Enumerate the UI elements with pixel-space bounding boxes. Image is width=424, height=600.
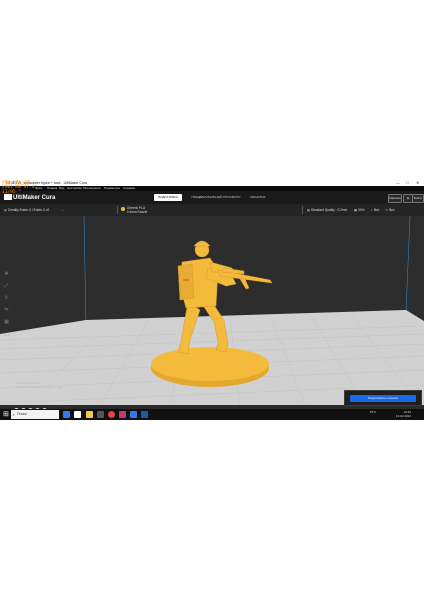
material-icon — [121, 207, 125, 211]
support-icon: ⊥ — [370, 208, 374, 212]
printer-selector[interactable]: ▣ Creality Ender-3 / Ender-3 v2 ⌄ — [4, 206, 64, 214]
windows-taskbar: ⊞ ⌕ Поиск РУС 19:32 13.02.2024 — [0, 409, 424, 420]
tab-preview[interactable]: ПРЕДВАРИТЕЛЬНЫЙ ПРОСМОТР — [187, 194, 245, 201]
model-base — [151, 347, 269, 381]
object-list: ⌃ Список объектов ▫ CE3E3V2_soulsoldier … — [14, 381, 63, 389]
move-tool-icon[interactable]: ✥ — [3, 271, 10, 278]
cura-taskbar-icon[interactable] — [141, 411, 148, 418]
infill-icon: ▦ — [354, 208, 358, 212]
tab-prepare[interactable]: ПОДГОТОВКА — [154, 194, 182, 201]
word-icon[interactable] — [130, 411, 137, 418]
per-model-settings-icon[interactable]: ▦ — [3, 319, 10, 326]
build-volume-edge — [83, 216, 87, 326]
tray-language: РУС — [370, 410, 377, 414]
material-selector[interactable]: Generic PLA 0.4mm Nozzle — [121, 206, 147, 214]
left-tool-panel: ✥ ⤢ ↻ ⇋ ▦ ⬚ — [3, 271, 10, 343]
nozzle-size: 0.4mm Nozzle — [126, 210, 148, 214]
adhesion-icon: ▭ — [385, 208, 389, 212]
3d-viewport[interactable]: ✥ ⤢ ↻ ⇋ ▦ ⬚ — [0, 216, 424, 405]
taskbar-search[interactable]: ⌕ Поиск — [11, 410, 59, 419]
tab-monitor[interactable]: МОНИТОР — [247, 194, 269, 201]
chevron-down-icon: ⌄ — [61, 208, 64, 212]
grid-icon: ⊞ — [406, 196, 410, 200]
print-settings-selector[interactable]: ▤ Standard Quality - 0.2mm ▦ 20% ⊥ Вкл ▭… — [307, 206, 395, 214]
app-icon[interactable] — [97, 411, 104, 418]
sign-in-button[interactable]: Войти — [412, 194, 424, 203]
divider — [117, 206, 118, 214]
app-header: UltiMaker Cura ПОДГОТОВКА ПРЕДВАРИТЕЛЬНЫ… — [0, 191, 424, 204]
slice-panel: Подготовить к печати — [344, 390, 422, 406]
scale-tool-icon[interactable]: ⤢ — [3, 283, 10, 290]
build-volume-edge — [405, 216, 411, 313]
file-explorer-icon[interactable] — [86, 411, 93, 418]
divider — [302, 206, 303, 214]
build-volume-scene — [0, 216, 424, 405]
rotate-tool-icon[interactable]: ↻ — [3, 295, 10, 302]
support-blocker-icon[interactable]: ⬚ — [3, 331, 10, 338]
cura-logo: UltiMaker Cura — [4, 194, 55, 201]
fps-overlay: 285 FPS 28 2901 MB 47.4° 11/95 ° — [2, 180, 37, 195]
fps-line-3: 11/95 ° — [2, 190, 21, 195]
slice-button[interactable]: Подготовить к печати — [350, 395, 416, 402]
task-view-icon[interactable] — [74, 411, 81, 418]
app-icon[interactable] — [119, 411, 126, 418]
chrome-icon[interactable] — [108, 411, 115, 418]
edge-app-icon[interactable] — [63, 411, 70, 418]
object-list-item[interactable]: ▫ CE3E3V2_soulsoldier figure + rase — [14, 385, 63, 389]
taskbar-date: 13.02.2024 — [396, 413, 412, 418]
search-icon: ⌕ — [12, 412, 15, 417]
system-tray[interactable]: РУС — [370, 410, 377, 415]
windows-start-icon[interactable]: ⊞ — [3, 411, 9, 418]
taskbar-clock[interactable]: 19:32 13.02.2024 — [396, 410, 412, 418]
desktop-screen: CE3E3V2_soulsoldier figure + rase - Ulti… — [0, 180, 424, 420]
marketplace-button[interactable]: Магазин — [388, 194, 402, 203]
mirror-tool-icon[interactable]: ⇋ — [3, 307, 10, 314]
